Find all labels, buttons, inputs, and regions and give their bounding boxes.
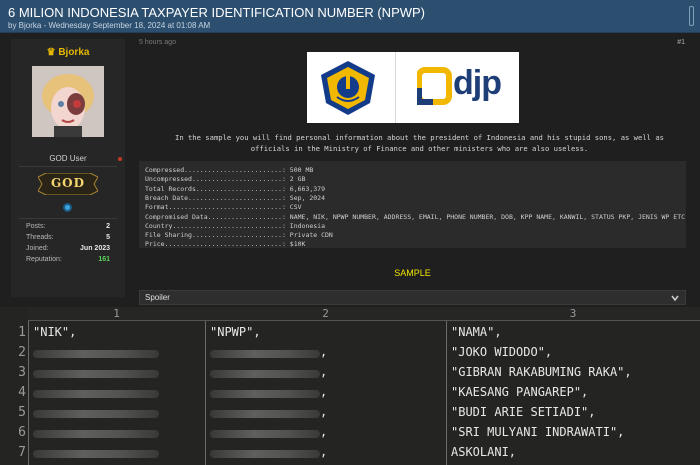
row-number: 2 bbox=[18, 345, 26, 360]
logo-separator bbox=[395, 52, 396, 123]
thread-byline: by Bjorka - Wednesday September 18, 2024… bbox=[8, 21, 211, 30]
header-scroll-handle[interactable] bbox=[689, 6, 694, 26]
detail-line: Breach Date........................: Sep… bbox=[145, 193, 326, 202]
column-number: 1 bbox=[113, 307, 120, 320]
column-nik: "NIK", bbox=[28, 321, 205, 465]
chevron-down-icon bbox=[671, 295, 679, 302]
redacted-value bbox=[33, 430, 159, 438]
table-cell[interactable]: , bbox=[320, 365, 327, 379]
stat-value: Jun 2023 bbox=[80, 245, 110, 252]
detail-line: File Sharing.......................: Pri… bbox=[145, 231, 333, 240]
offline-status-icon bbox=[118, 157, 122, 161]
intro-line: In the sample you will find personal inf… bbox=[175, 133, 664, 142]
row-number: 7 bbox=[18, 445, 26, 460]
row-number: 4 bbox=[18, 385, 26, 400]
post-content: 5 hours ago #1 djp In the sample you wil… bbox=[139, 33, 690, 313]
table-cell[interactable]: , bbox=[320, 345, 327, 359]
redacted-value bbox=[33, 390, 159, 398]
table-cell[interactable]: "SRI MULYANI INDRAWATI", bbox=[451, 425, 624, 439]
column-number: 3 bbox=[569, 307, 577, 320]
table-cell[interactable]: "BUDI ARIE SETIADI", bbox=[451, 405, 596, 419]
breach-details-block: Compressed.........................: 500… bbox=[139, 161, 686, 248]
table-cell[interactable]: "NPWP", bbox=[210, 325, 261, 339]
redacted-value bbox=[33, 370, 159, 378]
column-header[interactable]: 3 bbox=[446, 307, 700, 321]
intro-line: officials in the Ministry of Finance and… bbox=[250, 144, 589, 153]
stat-label: Posts: bbox=[26, 223, 46, 230]
stat-threads: Threads: 5 bbox=[26, 234, 110, 244]
post-time[interactable]: 5 hours ago bbox=[139, 39, 176, 46]
sample-sheet: 1 2 3 1 2 3 4 5 6 7 "NIK", "NPWP", , , ,… bbox=[0, 307, 700, 465]
redacted-value bbox=[33, 350, 159, 358]
spoiler-toggle[interactable]: Spoiler bbox=[139, 290, 686, 305]
spoiler-label: Spoiler bbox=[145, 293, 170, 302]
table-cell[interactable]: "NIK", bbox=[33, 325, 76, 339]
divider bbox=[19, 218, 117, 219]
column-header[interactable]: 2 bbox=[205, 307, 446, 321]
detail-line: Country............................: Ind… bbox=[145, 221, 326, 230]
column-number: 2 bbox=[322, 307, 329, 320]
intro-text: In the sample you will find personal inf… bbox=[149, 132, 690, 154]
stat-label: Reputation: bbox=[26, 256, 62, 263]
table-cell[interactable]: , bbox=[320, 385, 327, 399]
crown-icon: ♛ bbox=[46, 47, 56, 58]
logo-image: djp bbox=[307, 52, 519, 123]
detail-line: Format.............................: CSV bbox=[145, 203, 302, 212]
avatar[interactable] bbox=[32, 66, 104, 137]
user-panel: ♛ Bjorka GOD User GOD Posts: 2 Threads: … bbox=[11, 39, 125, 297]
row-number: 1 bbox=[18, 325, 26, 340]
stat-value[interactable]: 2 bbox=[106, 223, 110, 230]
table-cell[interactable]: "GIBRAN RAKABUMING RAKA", bbox=[451, 365, 632, 379]
stat-value[interactable]: 5 bbox=[106, 234, 110, 241]
table-cell[interactable]: ASKOLANI, bbox=[451, 445, 516, 459]
table-cell[interactable]: , bbox=[320, 405, 327, 419]
detail-line: Price..............................: $10… bbox=[145, 240, 306, 249]
sample-heading: SAMPLE bbox=[394, 268, 431, 278]
detail-line: Total Records......................: 6,6… bbox=[145, 184, 326, 193]
award-icon[interactable] bbox=[63, 203, 72, 212]
column-header[interactable]: 1 bbox=[28, 307, 205, 321]
redacted-value bbox=[210, 350, 320, 358]
redacted-value bbox=[33, 450, 159, 458]
user-title: GOD User bbox=[49, 154, 87, 163]
username[interactable]: ♛ Bjorka bbox=[11, 47, 125, 58]
table-cell[interactable]: "NAMA", bbox=[451, 325, 502, 339]
stat-joined: Joined: Jun 2023 bbox=[26, 245, 110, 255]
stat-label: Threads: bbox=[26, 234, 54, 241]
stat-label: Joined: bbox=[26, 245, 49, 252]
post: ♛ Bjorka GOD User GOD Posts: 2 Threads: … bbox=[0, 33, 700, 313]
stat-posts: Posts: 2 bbox=[26, 223, 110, 233]
post-number[interactable]: #1 bbox=[677, 39, 685, 46]
table-cell[interactable]: , bbox=[320, 425, 327, 439]
table-cell[interactable]: "JOKO WIDODO", bbox=[451, 345, 552, 359]
detail-line: Uncompressed.......................: 2 G… bbox=[145, 175, 306, 184]
divider bbox=[19, 166, 117, 167]
stat-reputation: Reputation: 161 bbox=[26, 256, 110, 266]
table-cell[interactable]: , bbox=[320, 445, 327, 459]
row-number: 3 bbox=[18, 365, 26, 380]
redacted-value bbox=[210, 370, 320, 378]
column-npwp: "NPWP", , , , , , , bbox=[205, 321, 446, 465]
redacted-value bbox=[210, 410, 320, 418]
row-gutter: 1 2 3 4 5 6 7 bbox=[0, 321, 28, 465]
thread-header: 6 MILION INDONESIA TAXPAYER IDENTIFICATI… bbox=[0, 0, 700, 33]
djp-logo-text: djp bbox=[453, 64, 502, 102]
row-number: 6 bbox=[18, 425, 26, 440]
avatar-image bbox=[32, 66, 104, 137]
username-label: Bjorka bbox=[58, 47, 90, 58]
column-nama: "NAMA", "JOKO WIDODO", "GIBRAN RAKABUMIN… bbox=[446, 321, 700, 465]
detail-line: Compromised Data...................: NAM… bbox=[145, 212, 686, 221]
kemenkeu-logo-icon bbox=[321, 61, 375, 115]
table-cell[interactable]: "KAESANG PANGAREP", bbox=[451, 385, 588, 399]
redacted-value bbox=[210, 450, 320, 458]
rank-label: GOD bbox=[50, 176, 86, 190]
detail-line: Compressed.........................: 500… bbox=[145, 166, 314, 174]
redacted-value bbox=[210, 430, 320, 438]
redacted-value bbox=[33, 410, 159, 418]
row-number: 5 bbox=[18, 405, 26, 420]
redacted-value bbox=[210, 390, 320, 398]
thread-title[interactable]: 6 MILION INDONESIA TAXPAYER IDENTIFICATI… bbox=[8, 5, 425, 20]
stat-value[interactable]: 161 bbox=[98, 256, 110, 263]
